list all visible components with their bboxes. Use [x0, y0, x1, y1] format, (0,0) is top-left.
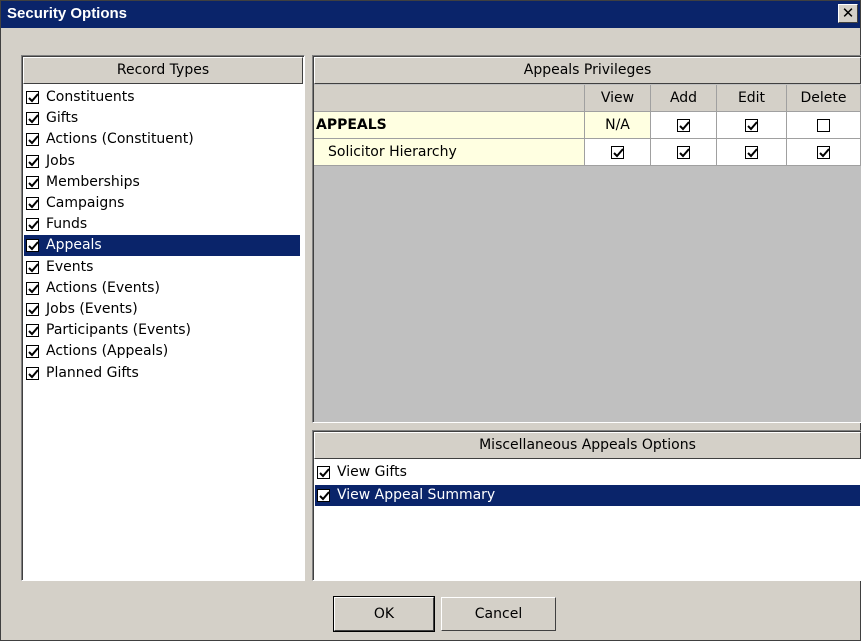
record-type-item[interactable]: Funds [24, 214, 294, 235]
security-options-dialog: Security Options ✕ Record Types Constitu… [0, 0, 861, 641]
close-button[interactable]: ✕ [838, 4, 858, 23]
misc-options-panel: Miscellaneous Appeals Options View Gifts… [312, 430, 861, 581]
record-type-checkbox[interactable] [26, 345, 39, 359]
misc-options-header: Miscellaneous Appeals Options [314, 432, 861, 459]
record-type-label: Campaigns [46, 195, 125, 211]
privileges-header: Appeals Privileges [314, 57, 861, 84]
record-type-item[interactable]: Actions (Appeals) [24, 341, 294, 362]
record-type-item[interactable]: Actions (Events) [24, 278, 294, 299]
privilege-delete-cell[interactable] [787, 112, 861, 139]
close-icon: ✕ [841, 4, 855, 22]
record-type-checkbox[interactable] [26, 154, 39, 168]
record-type-label: Gifts [46, 110, 79, 127]
record-type-item[interactable]: Memberships [24, 172, 294, 193]
misc-option-label: View Gifts [337, 464, 407, 480]
privilege-edit-checkbox[interactable] [745, 118, 758, 132]
privilege-edit-checkbox[interactable] [745, 145, 758, 159]
record-type-item[interactable]: Participants (Events) [24, 320, 294, 341]
record-type-checkbox[interactable] [26, 281, 39, 295]
record-type-checkbox[interactable] [26, 91, 39, 104]
record-type-label: Actions (Constituent) [46, 131, 194, 148]
privilege-name: Solicitor Hierarchy [328, 144, 457, 160]
privilege-add-cell[interactable] [651, 139, 717, 166]
misc-option-item[interactable]: View Appeal Summary [315, 485, 860, 506]
ok-button[interactable]: OK [333, 596, 435, 632]
title-bar[interactable]: Security Options ✕ [1, 1, 860, 28]
column-header-edit: Edit [717, 85, 787, 112]
record-type-label: Actions (Events) [46, 279, 160, 296]
privilege-view-cell[interactable]: N/A [585, 112, 651, 139]
privilege-add-checkbox[interactable] [677, 118, 690, 132]
privilege-row-name: Solicitor Hierarchy [314, 139, 585, 166]
misc-option-item[interactable]: View Gifts [315, 462, 860, 483]
column-header-delete: Delete [787, 85, 861, 112]
privilege-add-cell[interactable] [651, 112, 717, 139]
misc-option-checkbox[interactable] [317, 489, 330, 502]
record-type-item[interactable]: Planned Gifts [24, 363, 294, 384]
column-header-view: View [585, 85, 651, 112]
record-type-checkbox[interactable] [26, 303, 39, 316]
record-types-header: Record Types [23, 57, 303, 84]
cancel-button[interactable]: Cancel [441, 597, 556, 631]
record-type-item[interactable]: Gifts [24, 108, 294, 129]
privileges-panel: Appeals Privileges View Add Edit Delete APPE… [312, 55, 861, 423]
record-type-checkbox[interactable] [26, 239, 39, 253]
privilege-delete-checkbox[interactable] [817, 118, 830, 132]
record-type-item[interactable]: Events [24, 257, 294, 278]
record-type-label: Planned Gifts [46, 364, 139, 381]
record-type-label: Memberships [46, 173, 140, 190]
privilege-edit-cell[interactable] [717, 112, 787, 139]
record-type-item[interactable]: Appeals [24, 235, 300, 257]
misc-option-label: View Appeal Summary [337, 487, 496, 503]
privilege-name: APPEALS [316, 117, 387, 133]
record-type-label: Appeals [46, 237, 102, 254]
privilege-view-cell[interactable] [585, 139, 651, 166]
privilege-view-checkbox[interactable] [611, 145, 624, 159]
record-type-label: Jobs [46, 152, 75, 169]
record-type-checkbox[interactable] [26, 112, 39, 126]
record-type-label: Participants (Events) [46, 322, 192, 339]
record-type-checkbox[interactable] [26, 324, 39, 338]
privilege-delete-checkbox[interactable] [817, 145, 830, 159]
privilege-value: N/A [605, 117, 630, 133]
record-type-checkbox[interactable] [26, 218, 39, 232]
privilege-row-name: APPEALS [314, 112, 585, 139]
record-type-checkbox[interactable] [26, 133, 39, 147]
record-type-item[interactable]: Campaigns [24, 193, 294, 214]
record-type-checkbox[interactable] [26, 260, 39, 274]
column-header-name [314, 85, 585, 112]
privilege-add-checkbox[interactable] [677, 145, 690, 159]
record-type-item[interactable]: Jobs (Events) [24, 299, 294, 320]
record-type-label: Constituents [46, 89, 135, 105]
record-type-label: Funds [46, 216, 88, 233]
privilege-edit-cell[interactable] [717, 139, 787, 166]
record-type-checkbox[interactable] [26, 175, 39, 189]
record-type-checkbox[interactable] [26, 366, 39, 380]
column-header-add: Add [651, 85, 717, 112]
record-type-item[interactable]: Jobs [24, 151, 294, 172]
record-type-item[interactable]: Actions (Constituent) [24, 129, 294, 150]
record-type-checkbox[interactable] [26, 197, 39, 210]
record-type-label: Jobs (Events) [46, 301, 138, 317]
window-title: Security Options [7, 5, 128, 22]
misc-option-checkbox[interactable] [317, 466, 330, 479]
record-type-item[interactable]: Constituents [24, 87, 294, 108]
privilege-delete-cell[interactable] [787, 139, 861, 166]
record-types-panel: Record Types Constituents Gifts Actions (C… [21, 55, 305, 581]
record-type-label: Actions (Appeals) [46, 343, 169, 360]
record-type-label: Events [46, 258, 94, 275]
